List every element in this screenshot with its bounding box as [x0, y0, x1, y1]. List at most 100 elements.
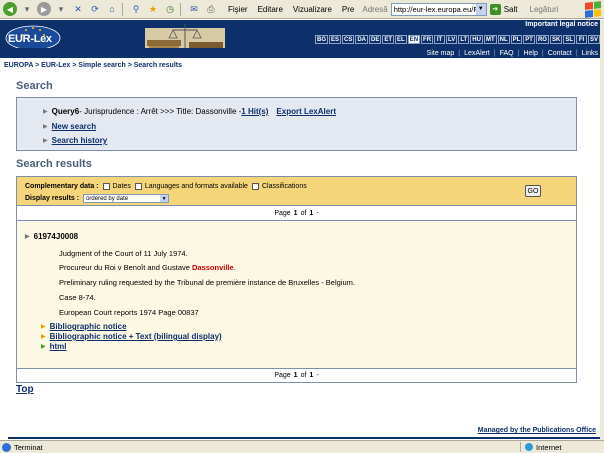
pager-dash: -	[316, 372, 319, 379]
triangle-right-icon: ▶	[41, 344, 46, 350]
nav-faq[interactable]: FAQ	[500, 50, 514, 57]
menu-edit[interactable]: Editare	[258, 5, 283, 14]
status-text: Terminat	[14, 442, 43, 452]
triangle-right-icon: ▶	[43, 138, 48, 144]
display-results-value: ordered by date	[86, 195, 129, 202]
language-es[interactable]: ES	[328, 35, 341, 44]
dates-label: Dates	[112, 183, 131, 190]
language-sv[interactable]: SV	[587, 35, 600, 44]
language-de[interactable]: DE	[369, 35, 382, 44]
menu-favorites[interactable]: Pre	[342, 5, 354, 14]
triangle-right-icon: ▶	[41, 324, 46, 330]
classifications-checkbox[interactable]	[251, 183, 259, 190]
go-button[interactable]: GO	[525, 185, 541, 197]
history-icon[interactable]: ◷	[163, 2, 177, 16]
address-input[interactable]: http://eur-lex.europa.eu/F ▼	[390, 2, 487, 16]
dropdown-icon[interactable]: ▾	[20, 2, 34, 16]
forward-icon[interactable]: ▶	[37, 2, 51, 16]
language-nl[interactable]: NL	[497, 35, 510, 44]
language-bg[interactable]: BG	[314, 35, 328, 44]
search-heading: Search	[16, 80, 53, 92]
top-link[interactable]: Top	[16, 384, 34, 395]
pager-of-word: of	[300, 210, 307, 217]
language-mt[interactable]: MT	[483, 35, 497, 44]
back-icon[interactable]: ◀	[3, 2, 17, 16]
chevron-down-icon[interactable]: ▼	[160, 195, 169, 202]
new-search-row: ▶ New search	[43, 122, 96, 131]
nav-lexalert[interactable]: LexAlert	[464, 50, 490, 57]
bibliographic-notice-link[interactable]: Bibliographic notice	[50, 322, 127, 331]
language-sl[interactable]: SL	[563, 35, 575, 44]
bilingual-display-row: ▶ Bibliographic notice + Text (bilingual…	[41, 332, 222, 341]
address-value: http://eur-lex.europa.eu/F	[393, 4, 478, 14]
globe-icon	[525, 443, 533, 451]
pager-current: 1	[293, 372, 298, 379]
dates-checkbox[interactable]	[102, 183, 110, 190]
nav-divider: |	[493, 49, 496, 57]
language-fr[interactable]: FR	[421, 35, 434, 44]
menu-view[interactable]: Vizualizare	[293, 5, 332, 14]
logo-text: EUR-Lex	[8, 33, 52, 45]
publications-office-link[interactable]: Managed by the Publications Office	[478, 427, 596, 434]
display-results-select[interactable]: ordered by date ▼	[83, 194, 170, 203]
nav-contact[interactable]: Contact	[548, 50, 572, 57]
nav-divider: |	[458, 49, 461, 57]
go-arrow-icon[interactable]: ➜	[489, 3, 501, 15]
vertical-scrollbar[interactable]	[600, 20, 604, 440]
stop-icon[interactable]: ✕	[71, 2, 85, 16]
language-et[interactable]: ET	[382, 35, 395, 44]
nav-site-map[interactable]: Site map	[427, 50, 455, 57]
links-button[interactable]: Legături	[530, 5, 559, 14]
history-row: ▶ Search history	[43, 136, 107, 145]
home-icon[interactable]: ⌂	[105, 2, 119, 16]
hits-link[interactable]: 1 Hit(s)	[241, 107, 268, 116]
html-link[interactable]: html	[50, 342, 67, 351]
language-lt[interactable]: LT	[458, 35, 470, 44]
language-pl[interactable]: PL	[510, 35, 523, 44]
search-history-link[interactable]: Search history	[52, 136, 108, 145]
language-sk[interactable]: SK	[549, 35, 563, 44]
highlighted-term: Dassonville	[192, 263, 234, 272]
language-hu[interactable]: HU	[470, 35, 483, 44]
toolbar-divider	[180, 2, 181, 16]
language-en[interactable]: EN	[407, 35, 421, 44]
toolbar-divider	[122, 2, 123, 16]
triangle-right-icon: ▶	[43, 109, 48, 115]
language-el[interactable]: EL	[395, 35, 407, 44]
refresh-icon[interactable]: ⟳	[88, 2, 102, 16]
results-panel: Complementary data : Dates Languages and…	[16, 176, 577, 383]
query-name: Query6	[51, 107, 80, 116]
pager-current: 1	[293, 210, 298, 217]
language-it[interactable]: IT	[434, 35, 446, 44]
breadcrumb[interactable]: EUROPA > EUR-Lex > Simple search > Searc…	[4, 62, 182, 69]
chevron-down-icon[interactable]: ▼	[475, 3, 486, 15]
go-button[interactable]: Salt	[504, 5, 518, 14]
legal-notice-link[interactable]: Important legal notice	[525, 21, 598, 28]
languages-label: Languages and formats available	[144, 183, 248, 190]
search-icon[interactable]: ⚲	[129, 2, 143, 16]
print-icon[interactable]: ⎙	[204, 2, 218, 16]
result-item: ▶ 61974J0008 Judgment of the Court of 11…	[17, 222, 576, 368]
language-cs[interactable]: CS	[342, 35, 355, 44]
language-fi[interactable]: FI	[575, 35, 587, 44]
menu-file[interactable]: Fişier	[228, 5, 248, 14]
nav-help[interactable]: Help	[523, 50, 537, 57]
browser-toolbar: ◀ ▾ ▶ ▾ ✕ ⟳ ⌂ ⚲ ★ ◷ ✉ ⎙ Fişier Editare V…	[0, 0, 604, 19]
bilingual-display-link[interactable]: Bibliographic notice + Text (bilingual d…	[50, 332, 222, 341]
languages-checkbox[interactable]	[134, 183, 142, 190]
new-search-link[interactable]: New search	[52, 122, 96, 131]
nav-links[interactable]: Links	[582, 50, 598, 57]
favorites-icon[interactable]: ★	[146, 2, 160, 16]
export-lexalert-link[interactable]: Export LexAlert	[276, 107, 336, 116]
language-pt[interactable]: PT	[523, 35, 535, 44]
security-zone: Internet	[520, 442, 561, 452]
dropdown-icon[interactable]: ▾	[54, 2, 68, 16]
language-lv[interactable]: LV	[446, 35, 458, 44]
html-row: ▶ html	[41, 342, 67, 351]
triangle-right-icon: ▶	[25, 234, 30, 240]
pager-of-word: of	[300, 372, 307, 379]
language-da[interactable]: DA	[355, 35, 369, 44]
document-id: 61974J0008	[33, 232, 79, 241]
language-ro[interactable]: RO	[535, 35, 549, 44]
mail-icon[interactable]: ✉	[187, 2, 201, 16]
